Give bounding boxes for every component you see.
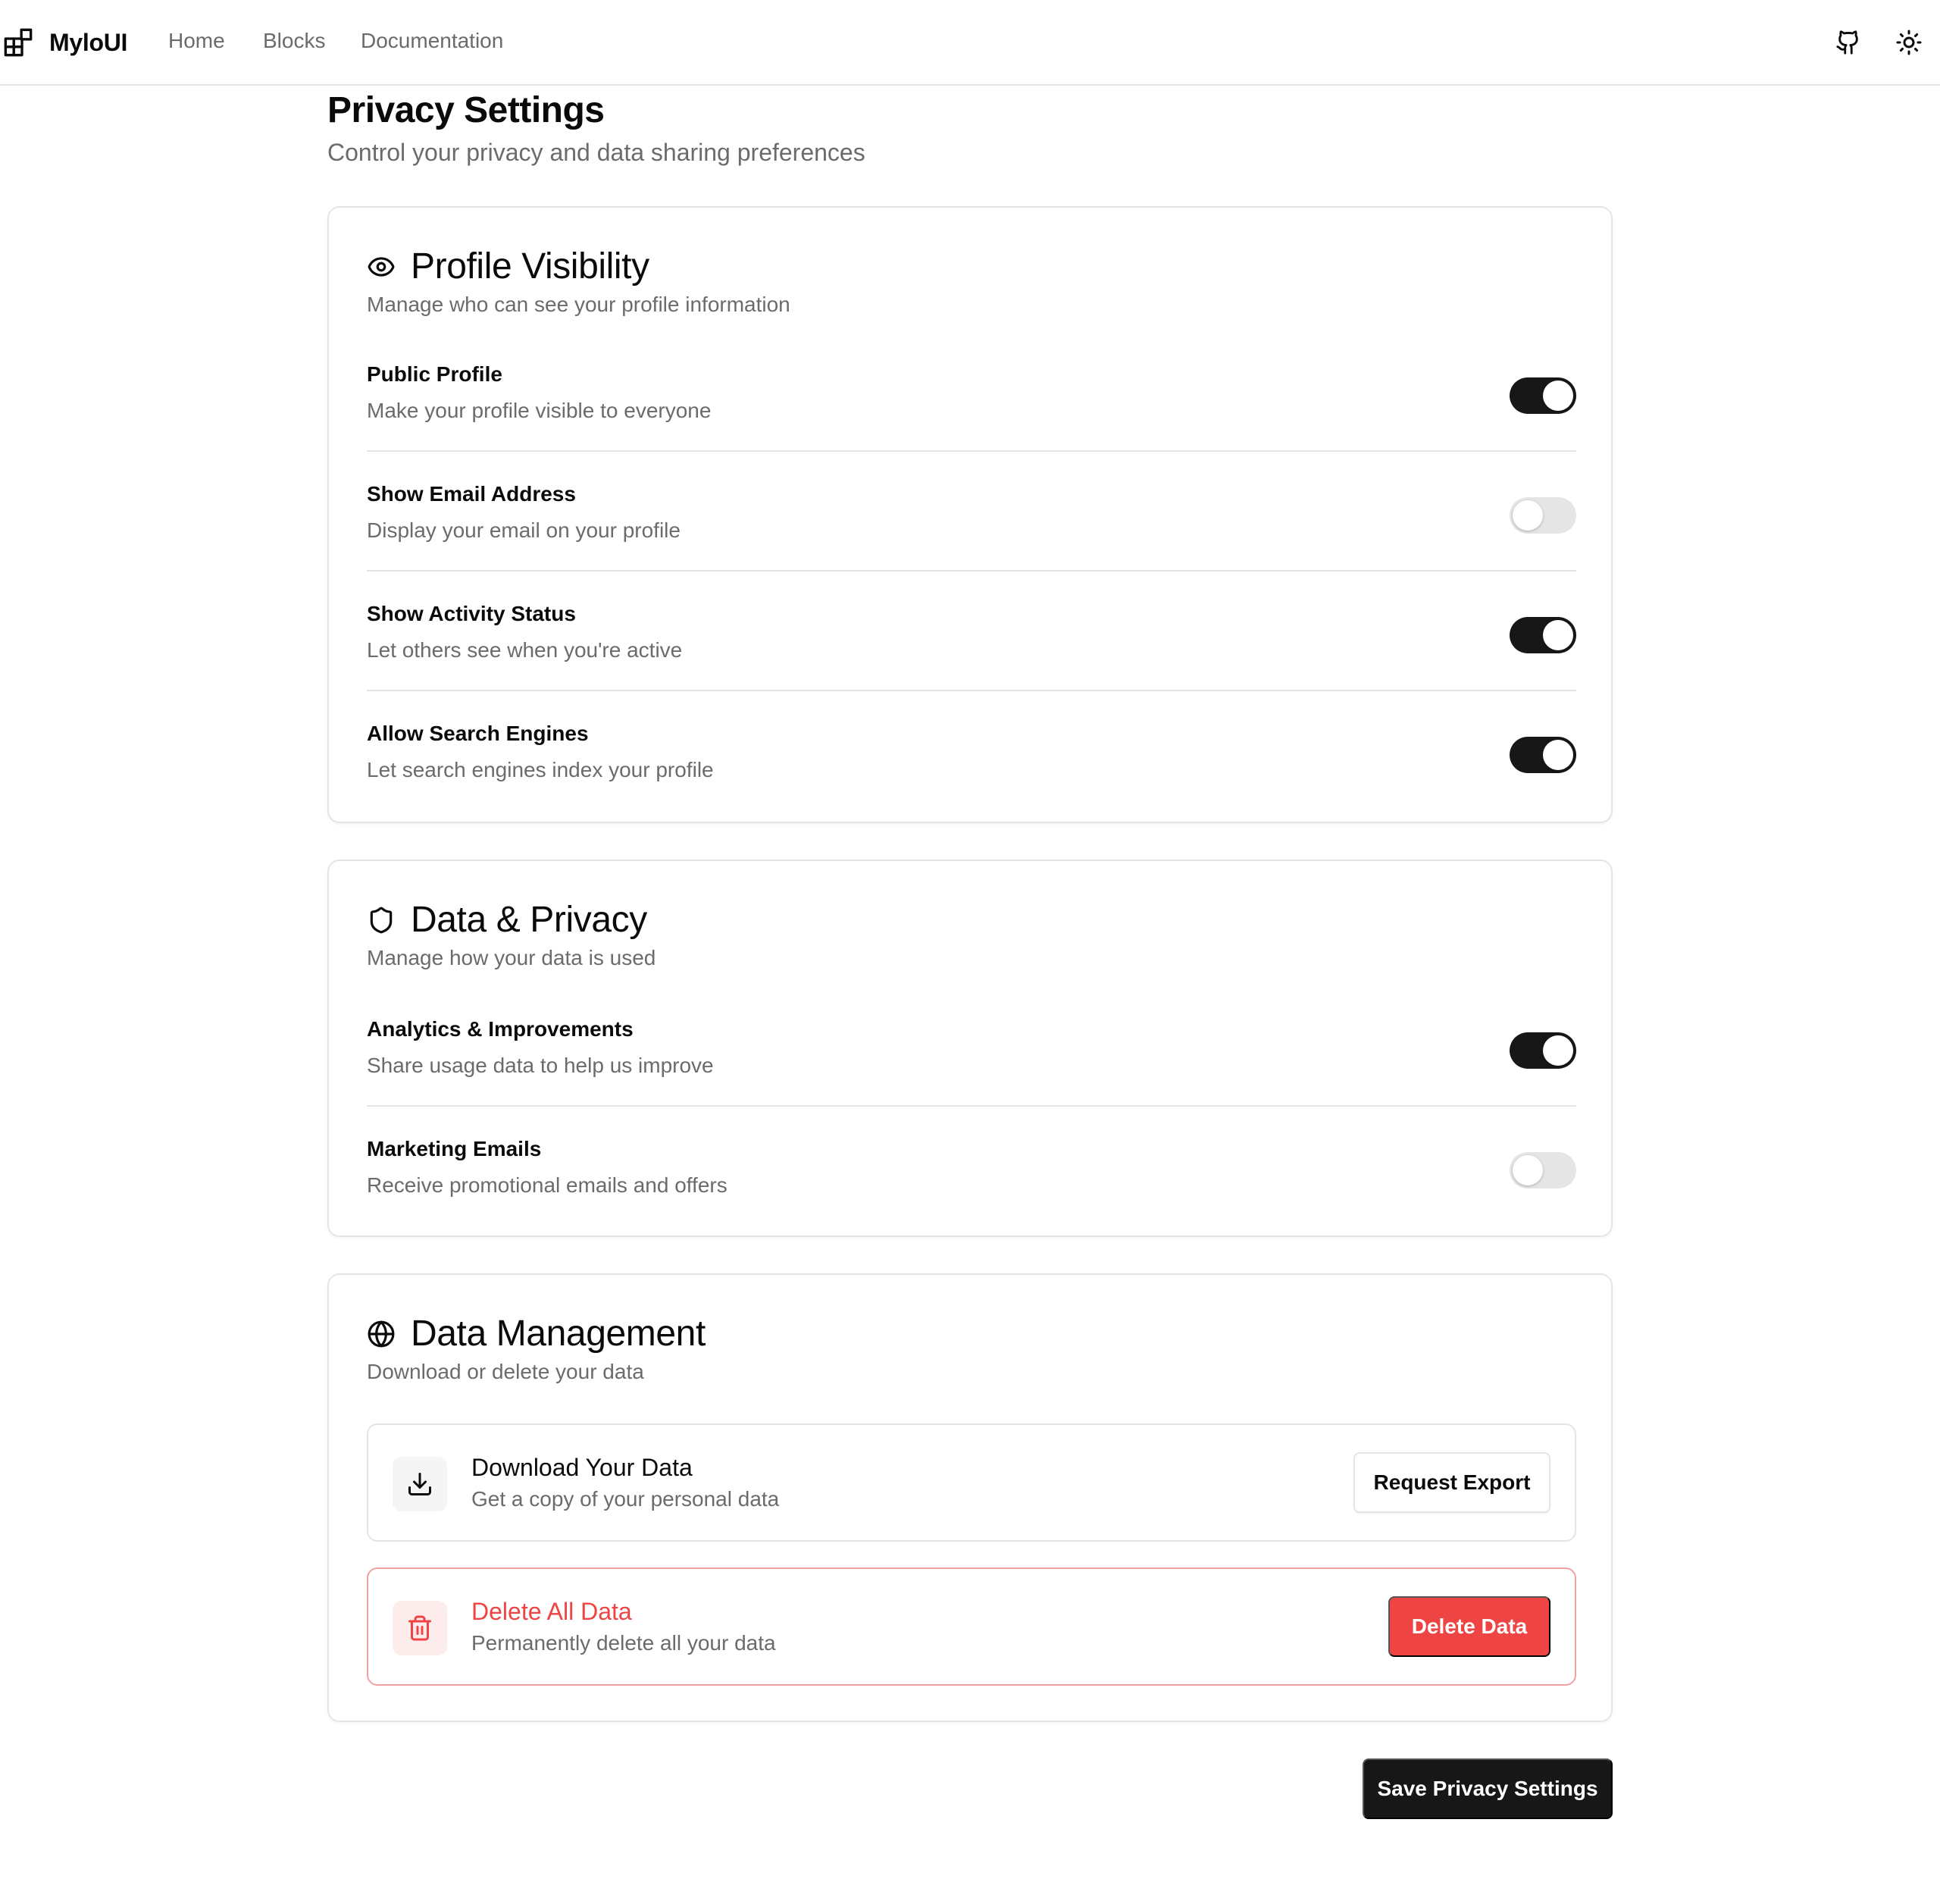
data-privacy-card: Data & Privacy Manage how your data is u… <box>327 860 1613 1237</box>
download-data-panel: Download Your Data Get a copy of your pe… <box>367 1423 1576 1542</box>
nav-link-home[interactable]: Home <box>168 29 225 53</box>
github-icon <box>1836 30 1858 55</box>
delete-description: Permanently delete all your data <box>471 1631 776 1655</box>
delete-title: Delete All Data <box>471 1598 632 1625</box>
marketing-emails-toggle[interactable] <box>1510 1152 1576 1188</box>
setting-marketing-emails: Marketing Emails Receive promotional ema… <box>367 1137 1576 1205</box>
github-button[interactable] <box>1833 27 1863 58</box>
nav-link-blocks[interactable]: Blocks <box>263 29 325 53</box>
brand-logo[interactable]: MyloUI <box>3 27 127 58</box>
eye-icon <box>368 256 395 277</box>
top-navigation: MyloUI Home Blocks Documentation <box>0 0 1940 86</box>
setting-search-engines: Allow Search Engines Let search engines … <box>367 722 1576 790</box>
brand-name: MyloUI <box>49 28 128 56</box>
delete-data-panel: Delete All Data Permanently delete all y… <box>367 1567 1576 1686</box>
sun-icon <box>1896 30 1922 55</box>
download-icon-box <box>393 1457 447 1511</box>
data-management-card: Data Management Download or delete your … <box>327 1273 1613 1722</box>
delete-data-button[interactable]: Delete Data <box>1388 1596 1550 1657</box>
card-description: Download or delete your data <box>367 1360 644 1383</box>
download-description: Get a copy of your personal data <box>471 1487 780 1511</box>
setting-activity-status: Show Activity Status Let others see when… <box>367 602 1576 670</box>
setting-show-email: Show Email Address Display your email on… <box>367 482 1576 550</box>
card-title: Data Management <box>411 1314 706 1354</box>
divider <box>367 690 1576 691</box>
download-title: Download Your Data <box>471 1454 693 1481</box>
setting-label: Allow Search Engines <box>367 722 589 745</box>
public-profile-toggle[interactable] <box>1510 377 1576 414</box>
card-header: Data & Privacy <box>367 899 647 941</box>
card-description: Manage how your data is used <box>367 946 656 969</box>
setting-description: Let search engines index your profile <box>367 758 714 781</box>
setting-label: Public Profile <box>367 362 502 386</box>
setting-label: Show Email Address <box>367 482 576 506</box>
activity-status-toggle[interactable] <box>1510 617 1576 653</box>
globe-icon <box>368 1320 395 1347</box>
card-header: Data Management <box>367 1313 706 1354</box>
setting-description: Let others see when you're active <box>367 638 683 662</box>
setting-description: Receive promotional emails and offers <box>367 1173 728 1197</box>
save-privacy-settings-button[interactable]: Save Privacy Settings <box>1363 1758 1613 1819</box>
search-engines-toggle[interactable] <box>1510 737 1576 773</box>
setting-description: Make your profile visible to everyone <box>367 399 712 422</box>
page-title: Privacy Settings <box>327 90 605 130</box>
shield-icon <box>370 907 393 933</box>
card-title: Profile Visibility <box>411 246 649 287</box>
show-email-toggle[interactable] <box>1510 497 1576 534</box>
setting-label: Marketing Emails <box>367 1137 542 1160</box>
card-description: Manage who can see your profile informat… <box>367 293 790 316</box>
download-icon <box>408 1473 431 1495</box>
card-title: Data & Privacy <box>411 900 647 940</box>
divider <box>367 450 1576 452</box>
blocks-icon <box>4 28 33 57</box>
theme-toggle-button[interactable] <box>1894 27 1924 58</box>
analytics-toggle[interactable] <box>1510 1032 1576 1069</box>
setting-description: Share usage data to help us improve <box>367 1054 714 1077</box>
setting-label: Analytics & Improvements <box>367 1017 634 1041</box>
trash-icon-box <box>393 1601 447 1655</box>
nav-link-documentation[interactable]: Documentation <box>361 29 503 53</box>
setting-public-profile: Public Profile Make your profile visible… <box>367 362 1576 431</box>
trash-icon <box>408 1615 431 1641</box>
divider <box>367 570 1576 572</box>
card-header: Profile Visibility <box>367 246 649 287</box>
setting-label: Show Activity Status <box>367 602 576 625</box>
divider <box>367 1105 1576 1107</box>
request-export-button[interactable]: Request Export <box>1353 1452 1550 1513</box>
page-subtitle: Control your privacy and data sharing pr… <box>327 139 865 166</box>
profile-visibility-card: Profile Visibility Manage who can see yo… <box>327 206 1613 823</box>
setting-description: Display your email on your profile <box>367 518 681 542</box>
setting-analytics: Analytics & Improvements Share usage dat… <box>367 1017 1576 1085</box>
